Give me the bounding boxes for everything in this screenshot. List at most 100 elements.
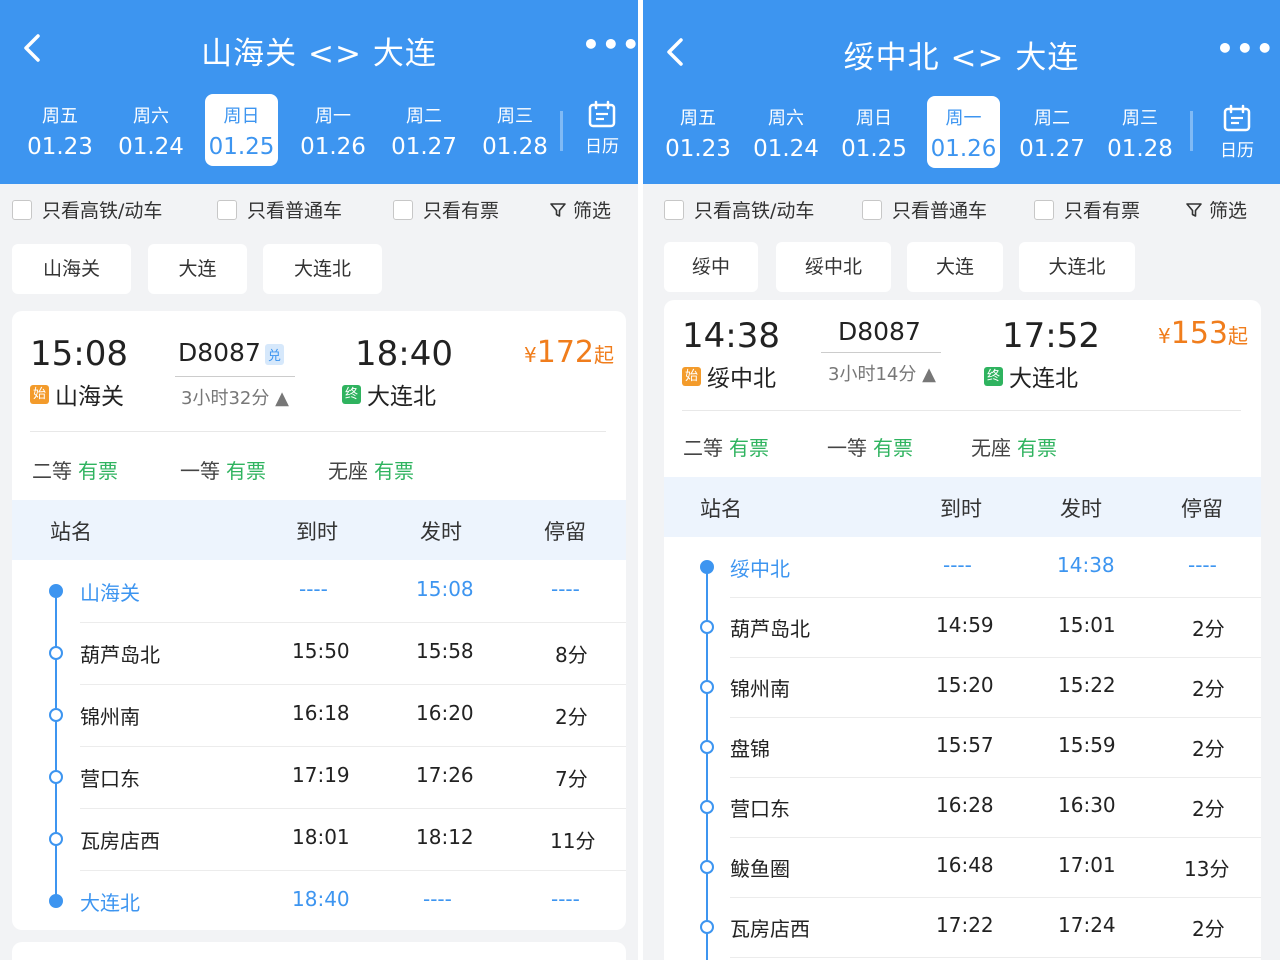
- arrival-station: 终大连北: [342, 377, 436, 411]
- more-dots-icon[interactable]: •••: [1216, 32, 1276, 65]
- checkbox-icon[interactable]: [12, 199, 32, 220]
- calendar-separator: [560, 111, 563, 151]
- filter-funnel-icon: [1186, 202, 1202, 217]
- calendar-button[interactable]: 日历: [1213, 104, 1261, 161]
- filter-gaotie[interactable]: 只看高铁/动车: [12, 196, 162, 223]
- seat-second-class: 二等 有票: [32, 459, 118, 483]
- calendar-separator: [1190, 111, 1193, 151]
- stop-row: 山海关 ---- 15:08 ----: [12, 560, 626, 622]
- timeline-dot-icon: [49, 832, 63, 846]
- arrival-time: 18:40: [355, 334, 453, 374]
- filter-putong[interactable]: 只看普通车: [217, 196, 342, 223]
- filter-youpiao[interactable]: 只看有票: [1034, 196, 1140, 223]
- duration-toggle[interactable]: 3小时14分 ▲: [828, 360, 936, 386]
- stop-row: 锦州南 16:18 16:20 2分: [12, 684, 626, 746]
- timeline-dot-icon: [700, 560, 714, 574]
- divider: [30, 431, 606, 432]
- departure-station: 始山海关: [30, 377, 124, 411]
- date-tab[interactable]: 周三 01.28: [1101, 98, 1179, 168]
- checkbox-icon[interactable]: [1034, 199, 1054, 220]
- timeline-dot-icon: [49, 646, 63, 660]
- filter-youpiao[interactable]: 只看有票: [393, 196, 499, 223]
- end-tag-icon: 终: [342, 384, 361, 404]
- calendar-button[interactable]: 日历: [578, 100, 626, 157]
- station-chip[interactable]: 大连: [907, 242, 1003, 292]
- stop-row: 葫芦岛北 14:59 15:01 2分: [664, 597, 1261, 657]
- duration-line: [175, 376, 295, 377]
- stop-row: 瓦房店西 18:01 18:12 11分: [12, 808, 626, 870]
- train-number[interactable]: D8087 兑: [178, 338, 284, 367]
- station-chip[interactable]: 山海关: [12, 244, 131, 294]
- station-chip[interactable]: 绥中: [664, 242, 758, 292]
- checkbox-icon[interactable]: [862, 199, 882, 220]
- date-tab[interactable]: 周六 01.24: [112, 96, 190, 166]
- date-tab[interactable]: 周五 01.23: [659, 98, 737, 168]
- filter-putong[interactable]: 只看普通车: [862, 196, 987, 223]
- stop-row: 鲅鱼圈 16:48 17:01 13分: [664, 837, 1261, 897]
- filter-button[interactable]: 筛选: [1185, 196, 1247, 223]
- seat-second-class: 二等 有票: [683, 436, 769, 460]
- date-tab[interactable]: 周二 01.27: [385, 96, 463, 166]
- calendar-icon: [588, 100, 616, 128]
- checkbox-icon[interactable]: [664, 199, 684, 220]
- timeline-dot-icon: [49, 894, 63, 908]
- filter-gaotie[interactable]: 只看高铁/动车: [664, 196, 814, 223]
- date-tab[interactable]: 周一 01.26: [294, 96, 372, 166]
- train-number[interactable]: D8087: [838, 317, 921, 346]
- station-chip[interactable]: 大连: [148, 244, 247, 294]
- stop-row: 盘锦 15:57 15:59 2分: [664, 717, 1261, 777]
- right-screenshot-panel: 绥中北 <> 大连 ••• 周五 01.23 周六 01.24 周日 01.25 周一…: [643, 0, 1280, 960]
- station-chip[interactable]: 绥中北: [776, 242, 891, 292]
- stop-table-header: 站名 到时 发时 停留: [664, 477, 1261, 537]
- exchange-badge-icon: 兑: [264, 343, 284, 365]
- timeline-dot-icon: [700, 920, 714, 934]
- end-tag-icon: 终: [984, 366, 1003, 386]
- start-tag-icon: 始: [30, 384, 49, 404]
- timeline-dot-icon: [700, 620, 714, 634]
- filter-button[interactable]: 筛选: [549, 196, 611, 223]
- more-dots-icon[interactable]: •••: [582, 28, 638, 61]
- seat-first-class: 一等 有票: [180, 459, 266, 483]
- calendar-icon: [1223, 104, 1251, 132]
- date-tab[interactable]: 周二 01.27: [1013, 98, 1091, 168]
- duration-toggle[interactable]: 3小时32分 ▲: [181, 384, 289, 410]
- stop-row: 锦州南 15:20 15:22 2分: [664, 657, 1261, 717]
- seat-first-class: 一等 有票: [827, 436, 913, 460]
- departure-time: 14:38: [682, 316, 780, 356]
- timeline-dot-icon: [700, 800, 714, 814]
- departure-time: 15:08: [30, 334, 128, 374]
- date-tab-selected[interactable]: 周日 01.25: [205, 94, 278, 166]
- stop-row: 大连北 18:40 ---- ----: [12, 870, 626, 932]
- date-tab-selected[interactable]: 周一 01.26: [927, 96, 1000, 168]
- stop-table-header: 站名 到时 发时 停留: [12, 500, 626, 560]
- stop-row: 绥中北 ---- 14:38 ----: [664, 537, 1261, 597]
- route-title: 山海关 <> 大连: [201, 36, 437, 72]
- date-tab[interactable]: 周五 01.23: [21, 96, 99, 166]
- next-train-card[interactable]: [12, 942, 626, 960]
- price: ¥172起: [524, 335, 614, 370]
- calendar-label: 日历: [1220, 141, 1254, 161]
- route-title: 绥中北 <> 大连: [843, 40, 1080, 76]
- train-card[interactable]: 15:08 始山海关 D8087 兑 3小时32分 ▲ 18:40 终大连北 ¥1…: [12, 311, 626, 930]
- date-tab[interactable]: 周三 01.28: [476, 96, 554, 166]
- stop-row: 葫芦岛北 15:50 15:58 8分: [12, 622, 626, 684]
- train-card[interactable]: 14:38 始绥中北 D8087 3小时14分 ▲ 17:52 终大连北 ¥15…: [664, 300, 1261, 960]
- station-chip[interactable]: 大连北: [1019, 242, 1135, 292]
- timeline-dot-icon: [49, 584, 63, 598]
- arrival-time: 17:52: [1002, 316, 1100, 356]
- stop-row: 营口东 17:19 17:26 7分: [12, 746, 626, 808]
- timeline-dot-icon: [700, 740, 714, 754]
- checkbox-icon[interactable]: [217, 199, 237, 220]
- timeline-dot-icon: [49, 770, 63, 784]
- timeline-dot-icon: [700, 860, 714, 874]
- date-tab[interactable]: 周日 01.25: [835, 98, 913, 168]
- header-bar: 山海关 <> 大连 ••• 周五 01.23 周六 01.24 周日 01.25 周一…: [0, 0, 638, 184]
- left-screenshot-panel: 山海关 <> 大连 ••• 周五 01.23 周六 01.24 周日 01.25 周一…: [0, 0, 638, 960]
- date-tab[interactable]: 周六 01.24: [747, 98, 825, 168]
- checkbox-icon[interactable]: [393, 199, 413, 220]
- header-bar: 绥中北 <> 大连 ••• 周五 01.23 周六 01.24 周日 01.25 周一…: [643, 0, 1280, 184]
- stop-row: 瓦房店西 17:22 17:24 2分: [664, 897, 1261, 957]
- divider: [682, 410, 1241, 411]
- station-chip[interactable]: 大连北: [263, 244, 382, 294]
- calendar-label: 日历: [585, 137, 619, 157]
